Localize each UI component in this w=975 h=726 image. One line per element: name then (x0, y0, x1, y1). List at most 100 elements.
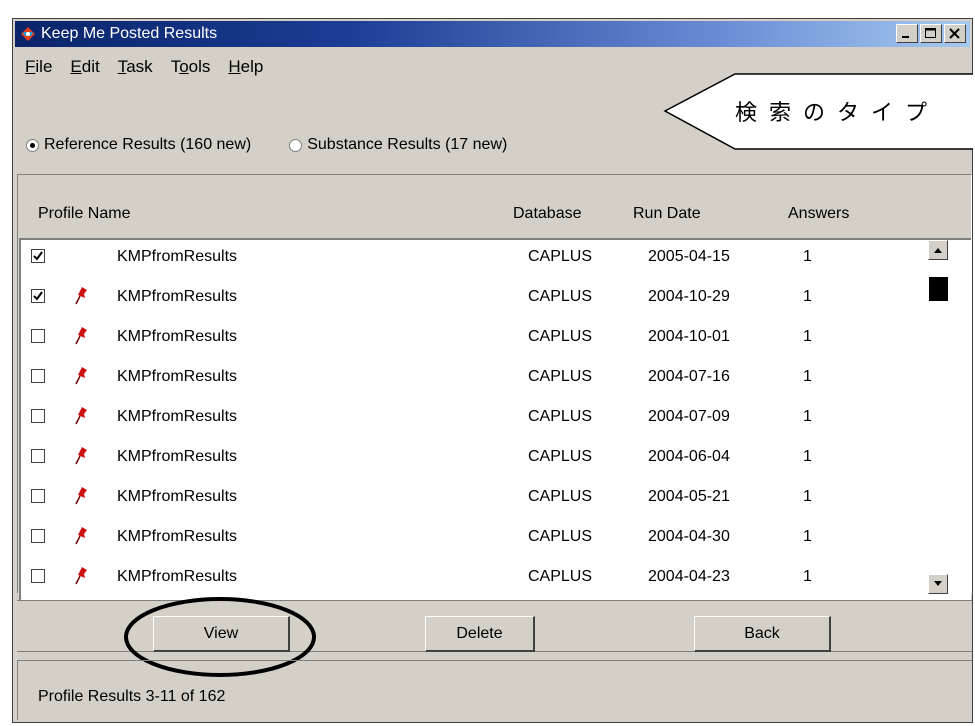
row-checkbox[interactable] (31, 449, 45, 463)
table-row[interactable]: KMPfromResults CAPLUS 2004-07-16 1 (21, 360, 931, 400)
table-row[interactable]: KMPfromResults CAPLUS 2004-06-04 1 (21, 440, 931, 480)
row-checkbox[interactable] (31, 289, 45, 303)
profile-name: KMPfromResults (117, 368, 238, 385)
profile-name: KMPfromResults (117, 248, 238, 265)
profile-name: KMPfromResults (117, 568, 238, 585)
pushpin-icon (75, 287, 87, 305)
database-cell: CAPLUS (528, 368, 593, 385)
minimize-button[interactable] (896, 24, 918, 43)
row-checkbox[interactable] (31, 489, 45, 503)
pushpin-icon (75, 407, 87, 425)
arrow-down-icon (934, 581, 942, 586)
answers-cell: 1 (803, 368, 812, 385)
window-title: Keep Me Posted Results (41, 25, 218, 42)
substance-results-label[interactable]: Substance Results (17 new) (307, 136, 507, 154)
run-date-cell: 2004-07-16 (648, 368, 730, 385)
vertical-scrollbar[interactable] (928, 240, 948, 600)
database-cell: CAPLUS (528, 448, 593, 465)
answers-cell: 1 (803, 568, 812, 585)
pushpin-icon (75, 567, 87, 585)
column-database[interactable]: Database (513, 205, 582, 223)
database-cell: CAPLUS (528, 408, 593, 425)
menu-edit[interactable]: Edit (62, 55, 109, 79)
menu-help[interactable]: Help (220, 55, 273, 79)
answers-cell: 1 (803, 288, 812, 305)
table-row[interactable]: KMPfromResults CAPLUS 2004-07-09 1 (21, 400, 931, 440)
table-row[interactable]: KMPfromResults CAPLUS 2004-10-01 1 (21, 320, 931, 360)
run-date-cell: 2005-04-15 (648, 248, 730, 265)
run-date-cell: 2004-10-01 (648, 328, 730, 345)
app-icon (21, 27, 35, 41)
maximize-button[interactable] (920, 24, 942, 43)
table-row[interactable]: KMPfromResults CAPLUS 2005-04-15 1 (21, 240, 931, 280)
menu-file[interactable]: File (17, 55, 62, 79)
answers-cell: 1 (803, 248, 812, 265)
menu-bar: File Edit Task Tools Help (17, 55, 273, 79)
run-date-cell: 2004-07-09 (648, 408, 730, 425)
profile-name: KMPfromResults (117, 448, 238, 465)
table-row[interactable]: KMPfromResults CAPLUS 2004-05-21 1 (21, 480, 931, 520)
column-profile-name[interactable]: Profile Name (38, 205, 130, 223)
table-row[interactable]: KMPfromResults CAPLUS 2004-10-29 1 (21, 280, 931, 320)
table-row[interactable]: KMPfromResults CAPLUS 2004-04-30 1 (21, 520, 931, 560)
run-date-cell: 2004-05-21 (648, 488, 730, 505)
scroll-down-button[interactable] (928, 574, 948, 594)
pushpin-icon (75, 327, 87, 345)
pushpin-icon (75, 447, 87, 465)
profile-name: KMPfromResults (117, 528, 238, 545)
answers-cell: 1 (803, 328, 812, 345)
table-row[interactable]: KMPfromResults CAPLUS 2004-04-23 1 (21, 560, 931, 600)
menu-tools[interactable]: Tools (163, 55, 221, 79)
database-cell: CAPLUS (528, 528, 593, 545)
scroll-up-button[interactable] (928, 240, 948, 260)
row-checkbox[interactable] (31, 569, 45, 583)
window-controls (894, 24, 966, 43)
minimize-icon (902, 36, 909, 38)
reference-results-radio[interactable] (26, 138, 39, 152)
menu-task[interactable]: Task (110, 55, 163, 79)
pushpin-icon (75, 367, 87, 385)
status-text: Profile Results 3-11 of 162 (38, 688, 226, 705)
column-answers[interactable]: Answers (788, 205, 849, 223)
reference-results-label[interactable]: Reference Results (160 new) (44, 136, 251, 154)
row-checkbox[interactable] (31, 329, 45, 343)
row-checkbox[interactable] (31, 529, 45, 543)
profile-name: KMPfromResults (117, 488, 238, 505)
run-date-cell: 2004-10-29 (648, 288, 730, 305)
close-button[interactable] (944, 24, 966, 43)
substance-results-radio[interactable] (289, 138, 303, 152)
arrow-up-icon (934, 248, 942, 253)
profile-list: KMPfromResults CAPLUS 2005-04-15 1 KMPfromRe… (19, 238, 971, 600)
delete-button[interactable]: Delete (425, 616, 535, 652)
database-cell: CAPLUS (528, 568, 593, 585)
answers-cell: 1 (803, 408, 812, 425)
row-checkbox[interactable] (31, 249, 45, 263)
run-date-cell: 2004-06-04 (648, 448, 730, 465)
row-checkbox[interactable] (31, 369, 45, 383)
answers-cell: 1 (803, 448, 812, 465)
scroll-thumb[interactable] (929, 277, 948, 301)
database-cell: CAPLUS (528, 288, 593, 305)
profile-name: KMPfromResults (117, 328, 238, 345)
checkmark-icon (33, 251, 43, 261)
back-button[interactable]: Back (694, 616, 831, 652)
answers-cell: 1 (803, 488, 812, 505)
close-icon (949, 28, 960, 39)
database-cell: CAPLUS (528, 248, 593, 265)
checkmark-icon (33, 291, 43, 301)
database-cell: CAPLUS (528, 328, 593, 345)
profile-name: KMPfromResults (117, 288, 238, 305)
profile-name: KMPfromResults (117, 408, 238, 425)
database-cell: CAPLUS (528, 488, 593, 505)
run-date-cell: 2004-04-30 (648, 528, 730, 545)
maximize-icon (925, 28, 936, 38)
pushpin-icon (75, 487, 87, 505)
callout-text: 検索のタイプ (735, 101, 940, 126)
answers-cell: 1 (803, 528, 812, 545)
row-checkbox[interactable] (31, 409, 45, 423)
run-date-cell: 2004-04-23 (648, 568, 730, 585)
column-run-date[interactable]: Run Date (633, 205, 701, 223)
pushpin-icon (75, 527, 87, 545)
title-bar[interactable]: Keep Me Posted Results (15, 21, 970, 47)
result-type-group: Reference Results (160 new) Substance Re… (26, 136, 545, 154)
